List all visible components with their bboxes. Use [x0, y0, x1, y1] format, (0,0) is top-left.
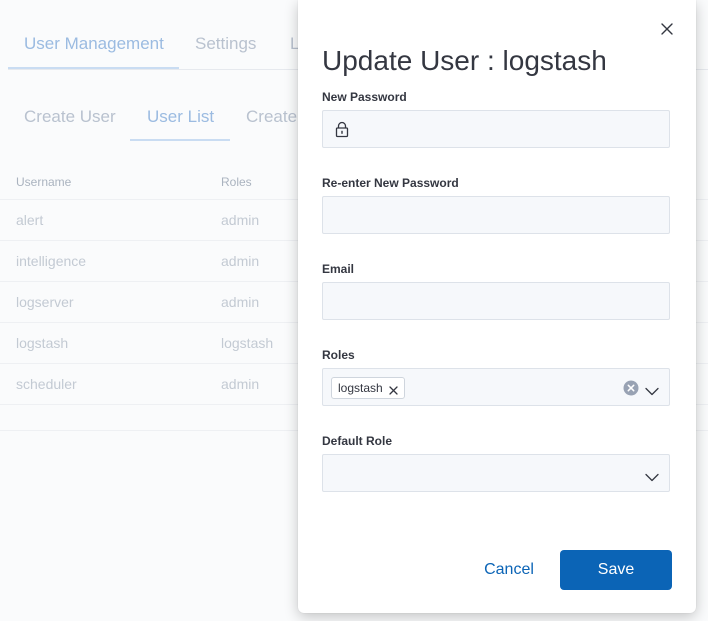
reenter-password-label: Re-enter New Password — [322, 176, 459, 190]
email-field[interactable] — [322, 282, 670, 320]
email-label: Email — [322, 262, 355, 276]
username-cell: intelligence — [16, 253, 87, 269]
reenter-password-input[interactable] — [323, 197, 669, 233]
default-role-select[interactable] — [322, 454, 670, 492]
column-header-username[interactable]: Username — [16, 175, 71, 189]
chevron-down-icon[interactable] — [645, 383, 659, 396]
tab-user-list[interactable]: User List — [147, 107, 214, 127]
flyout-title: Update User : logstash — [322, 44, 607, 76]
role-cell: admin — [221, 253, 260, 269]
cancel-button[interactable]: Cancel — [470, 550, 548, 590]
tab-create-user[interactable]: Create User — [24, 107, 116, 127]
new-password-label: New Password — [322, 90, 407, 104]
username-cell: logserver — [16, 294, 74, 310]
new-password-input[interactable] — [323, 111, 669, 147]
role-cell: admin — [221, 294, 260, 310]
clear-roles-icon[interactable] — [623, 380, 639, 396]
chevron-down-icon[interactable] — [645, 469, 659, 482]
new-password-field[interactable] — [322, 110, 670, 148]
roles-label: Roles — [322, 348, 355, 362]
column-header-roles[interactable]: Roles — [221, 175, 252, 189]
update-user-flyout: Update User : logstash New Password Re-e… — [298, 0, 696, 613]
email-input[interactable] — [323, 283, 669, 319]
username-cell: scheduler — [16, 376, 77, 392]
role-badge-label: logstash — [338, 381, 383, 395]
username-cell: logstash — [16, 335, 69, 351]
active-subtab-indicator — [130, 139, 230, 141]
roles-combobox[interactable]: logstash — [322, 368, 670, 406]
default-role-label: Default Role — [322, 434, 393, 448]
active-tab-indicator — [8, 67, 179, 69]
role-cell: admin — [221, 212, 260, 228]
role-badge: logstash — [331, 377, 405, 399]
save-button[interactable]: Save — [560, 550, 672, 590]
reenter-password-field[interactable] — [322, 196, 670, 234]
close-icon[interactable] — [658, 20, 676, 38]
tab-settings[interactable]: Settings — [195, 34, 256, 54]
tab-create-role[interactable]: Create — [246, 107, 297, 127]
username-cell: alert — [16, 212, 44, 228]
tab-user-management[interactable]: User Management — [24, 34, 164, 54]
role-cell: logstash — [221, 335, 274, 351]
role-cell: admin — [221, 376, 260, 392]
remove-role-icon[interactable] — [389, 384, 398, 395]
